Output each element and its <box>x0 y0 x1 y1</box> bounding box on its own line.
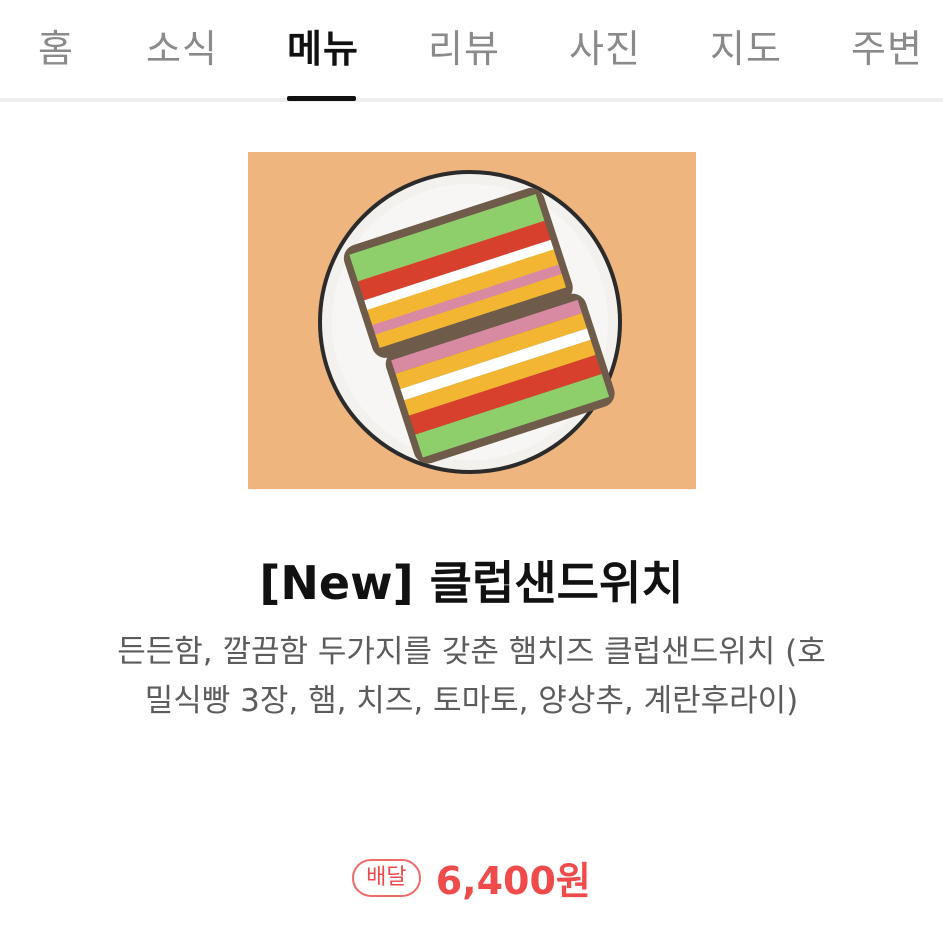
menu-description: 든든함, 깔끔함 두가지를 갖춘 햄치즈 클럽샌드위치 (호밀식빵 3장, 햄,… <box>117 634 826 719</box>
menu-name: [New] 클럽샌드위치 <box>259 556 684 610</box>
sandwich-image <box>248 152 696 489</box>
price-row: 배달 6,400원 <box>0 850 943 905</box>
tab-map[interactable]: 지도 <box>710 18 782 73</box>
tab-home[interactable]: 홈 <box>38 18 74 73</box>
tab-nearby[interactable]: 주변 <box>851 18 923 73</box>
delivery-badge: 배달 <box>352 858 421 897</box>
tab-menu[interactable]: 메뉴 <box>287 18 359 73</box>
tab-bar: 홈 소식 메뉴 리뷰 사진 지도 주변 <box>0 0 943 102</box>
active-tab-indicator <box>287 96 356 101</box>
tab-reviews[interactable]: 리뷰 <box>428 18 500 73</box>
menu-photo[interactable] <box>248 152 696 489</box>
tab-news[interactable]: 소식 <box>146 18 218 73</box>
menu-price: 6,400원 <box>435 859 591 903</box>
tab-photos[interactable]: 사진 <box>569 18 641 73</box>
